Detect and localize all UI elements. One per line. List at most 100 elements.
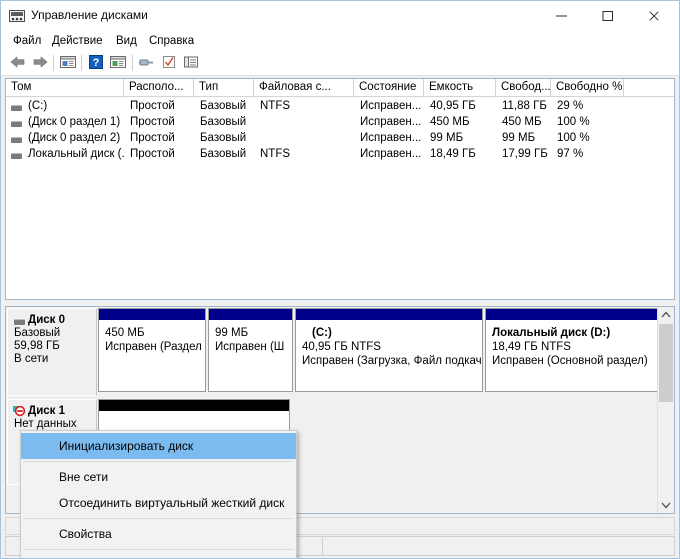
close-button[interactable]: [633, 1, 679, 30]
partition-color-bar: [209, 309, 292, 321]
cell-capacity: 18,49 ГБ: [430, 148, 476, 160]
rescan-icon[interactable]: [160, 54, 180, 72]
toolbar-separator-3: [132, 55, 133, 71]
context-menu-separator-1: [23, 461, 294, 462]
disk-0-state: В сети: [14, 353, 49, 365]
hard-disk-icon: [14, 319, 25, 325]
column-header-capacity[interactable]: Емкость: [424, 79, 496, 96]
context-menu-separator-2: [23, 518, 294, 519]
disk-0-title-wrap: Диск 0: [14, 314, 96, 326]
window-title: Управление дисками: [31, 8, 148, 22]
column-header-filesystem[interactable]: Файловая с...: [254, 79, 354, 96]
menu-file[interactable]: Файл: [10, 34, 44, 48]
column-header-free-pct[interactable]: Свободно %: [551, 79, 624, 96]
disk-0-name: Диск 0: [28, 314, 66, 326]
properties-icon[interactable]: [59, 54, 79, 72]
partition-size: 18,49 ГБ NTFS: [492, 341, 571, 353]
column-header-layout[interactable]: Располо...: [124, 79, 194, 96]
cell-free-pct: 29 %: [557, 100, 584, 112]
details-icon[interactable]: [182, 54, 202, 72]
connect-vhd-icon[interactable]: [138, 54, 158, 72]
cell-capacity: 40,95 ГБ: [430, 100, 476, 112]
back-icon[interactable]: [9, 54, 29, 72]
menu-action[interactable]: Действие: [49, 34, 106, 48]
volume-list-pane: Том Располо... Тип Файловая с... Состоян…: [5, 78, 675, 300]
cell-volume: (C:): [28, 100, 48, 112]
column-header-type[interactable]: Тип: [194, 79, 254, 96]
cell-filesystem: NTFS: [260, 100, 291, 112]
cell-type: Базовый: [200, 148, 247, 160]
list-icon[interactable]: [109, 54, 129, 72]
partition-status: Исправен (Ш: [215, 341, 285, 353]
column-header-spacer[interactable]: [624, 79, 674, 96]
partition-size: 40,95 ГБ NTFS: [302, 341, 381, 353]
partition-color-bar: [296, 309, 482, 321]
partition-disk0-3[interactable]: (C:) 40,95 ГБ NTFS Исправен (Загрузка, Ф…: [295, 308, 483, 392]
context-menu: Инициализировать диск Вне сети Отсоедини…: [20, 430, 297, 558]
context-menu-item-offline[interactable]: Вне сети: [21, 464, 296, 490]
scroll-down-arrow[interactable]: [658, 497, 674, 513]
cell-status: Исправен...: [360, 100, 422, 112]
partition-status: Исправен (Загрузка, Файл подкачки: [302, 355, 482, 367]
disk-management-icon: [9, 9, 25, 23]
menu-help[interactable]: Справка: [146, 34, 197, 48]
partition-label: Локальный диск (D:): [492, 327, 611, 339]
graph-pane-scrollbar[interactable]: [657, 307, 674, 513]
partition-disk0-2[interactable]: 99 МБ Исправен (Ш: [208, 308, 293, 392]
disk-1-title-wrap: Диск 1: [13, 405, 96, 417]
disk-row-0[interactable]: Диск 0 Базовый 59,98 ГБ В сети 450 МБ Ис…: [6, 308, 661, 396]
context-menu-item-initialize-disk[interactable]: Инициализировать диск: [21, 433, 296, 459]
table-row[interactable]: (Диск 0 раздел 2) Простой Базовый Исправ…: [6, 131, 674, 147]
context-menu-item-detach-vhd[interactable]: Отсоединить виртуальный жесткий диск: [21, 490, 296, 516]
forward-icon[interactable]: [31, 54, 51, 72]
help-icon[interactable]: ?: [87, 54, 107, 72]
cell-layout: Простой: [130, 116, 175, 128]
menu-view[interactable]: Вид: [113, 34, 140, 48]
toolbar-separator-2: [81, 55, 82, 71]
cell-type: Базовый: [200, 132, 247, 144]
cell-layout: Простой: [130, 132, 175, 144]
column-header-volume[interactable]: Том: [6, 79, 124, 96]
cell-free: 450 МБ: [502, 116, 542, 128]
partition-size: 99 МБ: [215, 327, 249, 339]
cell-free-pct: 100 %: [557, 132, 590, 144]
disk-1-name: Диск 1: [28, 405, 66, 417]
unallocated-color-bar: [99, 400, 289, 412]
cell-free-pct: 97 %: [557, 148, 584, 160]
partition-status: Исправен (Основной раздел): [492, 355, 648, 367]
partition-disk0-4[interactable]: Локальный диск (D:) 18,49 ГБ NTFS Исправ…: [485, 308, 661, 392]
partition-size: 450 МБ: [105, 327, 145, 339]
minimize-button[interactable]: [541, 1, 587, 30]
partition-color-bar: [486, 309, 660, 321]
scrollbar-track[interactable]: [659, 402, 673, 497]
cell-volume: (Диск 0 раздел 1): [28, 116, 121, 128]
context-menu-item-help[interactable]: Справка: [21, 552, 296, 558]
cell-type: Базовый: [200, 116, 247, 128]
scroll-up-arrow[interactable]: [658, 307, 674, 323]
maximize-button[interactable]: [587, 1, 633, 30]
column-header-status[interactable]: Состояние: [354, 79, 424, 96]
cell-filesystem: [260, 115, 354, 116]
cell-volume: (Диск 0 раздел 2): [28, 132, 121, 144]
partition-disk0-1[interactable]: 450 МБ Исправен (Раздел в: [98, 308, 206, 392]
disk-0-size: 59,98 ГБ: [14, 340, 60, 352]
scrollbar-thumb[interactable]: [659, 324, 673, 402]
cell-capacity: 99 МБ: [430, 132, 464, 144]
partition-color-bar: [99, 309, 205, 321]
volume-icon: [11, 121, 22, 127]
cell-layout: Простой: [130, 148, 175, 160]
column-header-free[interactable]: Свобод...: [496, 79, 551, 96]
context-menu-separator-3: [23, 549, 294, 550]
menu-bar: Файл Действие Вид Справка: [1, 31, 679, 51]
cell-free-pct: 100 %: [557, 116, 590, 128]
svg-text:?: ?: [93, 57, 100, 69]
cell-type: Базовый: [200, 100, 247, 112]
table-row[interactable]: Локальный диск (... Простой Базовый NTFS…: [6, 147, 674, 163]
title-bar: Управление дисками: [1, 1, 679, 32]
context-menu-item-properties[interactable]: Свойства: [21, 521, 296, 547]
cell-free: 17,99 ГБ: [502, 148, 548, 160]
table-row[interactable]: (Диск 0 раздел 1) Простой Базовый Исправ…: [6, 115, 674, 131]
cell-status: Исправен...: [360, 116, 422, 128]
disk-0-info[interactable]: Диск 0 Базовый 59,98 ГБ В сети: [7, 308, 97, 396]
table-row[interactable]: (C:) Простой Базовый NTFS Исправен... 40…: [6, 99, 674, 115]
